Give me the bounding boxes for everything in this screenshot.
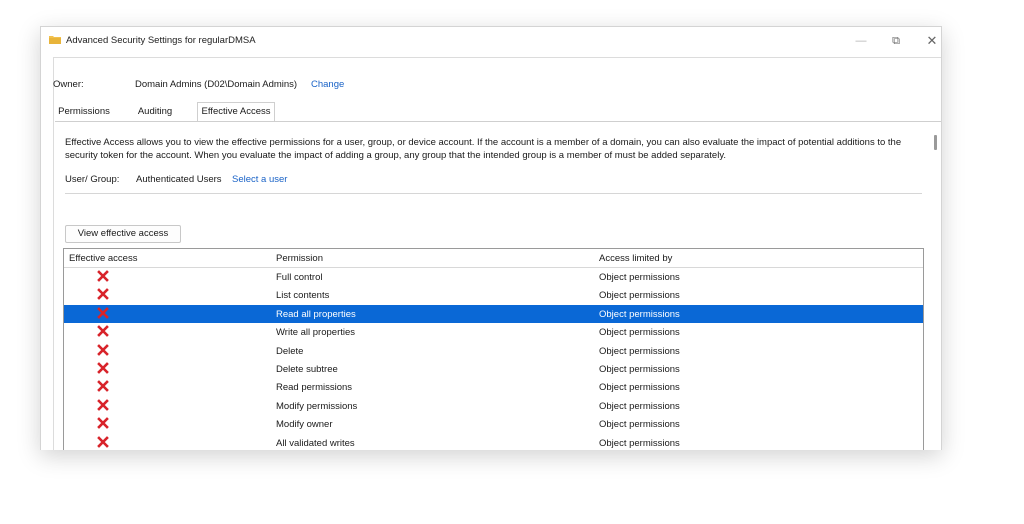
user-group-label: User/ Group:: [65, 174, 120, 185]
select-user-link[interactable]: Select a user: [232, 174, 287, 185]
access-limited-by-cell: Object permissions: [599, 272, 680, 283]
column-header-permission[interactable]: Permission: [276, 253, 323, 264]
change-owner-link[interactable]: Change: [311, 79, 344, 90]
red-x-icon: [97, 343, 109, 356]
scrollbar-thumb[interactable]: [934, 135, 937, 150]
access-limited-by-cell: Object permissions: [599, 327, 680, 339]
red-x-icon: [97, 306, 109, 319]
table-row[interactable]: All validated writes Object permissions: [64, 434, 923, 450]
column-header-effective-access[interactable]: Effective access: [69, 253, 137, 264]
permission-cell: Read permissions: [276, 382, 353, 394]
permission-cell: All validated writes: [276, 437, 355, 449]
tab-effective-access[interactable]: Effective Access: [197, 102, 275, 121]
window-title: Advanced Security Settings for regularDM…: [66, 35, 256, 46]
table-row[interactable]: Full control Object permissions: [64, 268, 923, 286]
table-row[interactable]: List contents Object permissions: [64, 286, 923, 304]
permission-cell: Modify permissions: [276, 400, 358, 412]
permission-cell: Read all properties: [276, 308, 356, 320]
folder-icon: [49, 36, 61, 44]
close-button[interactable]: ✕: [917, 30, 941, 52]
red-x-icon: [97, 270, 109, 282]
tab-auditing[interactable]: Auditing: [113, 103, 197, 120]
tab-divider: [55, 121, 941, 122]
permission-cell: Delete subtree: [276, 364, 338, 375]
red-x-icon: [97, 398, 109, 411]
access-limited-by-cell: Object permissions: [599, 290, 680, 302]
permission-cell: List contents: [276, 290, 330, 302]
restore-button[interactable]: ⧉: [881, 30, 911, 52]
advanced-security-window: Advanced Security Settings for regularDM…: [40, 26, 942, 450]
permission-cell: Modify owner: [276, 419, 333, 431]
access-limited-by-cell: Object permissions: [599, 437, 680, 449]
permission-cell: Full control: [276, 272, 323, 283]
section-divider: [65, 193, 922, 194]
table-row[interactable]: Delete subtree Object permissions: [64, 360, 923, 378]
table-row[interactable]: Read permissions Object permissions: [64, 378, 923, 396]
red-x-icon: [97, 325, 109, 338]
column-header-access-limited-by[interactable]: Access limited by: [599, 253, 672, 264]
minimize-button[interactable]: —: [846, 30, 876, 52]
table-row[interactable]: Modify owner Object permissions: [64, 415, 923, 433]
access-limited-by-cell: Object permissions: [599, 364, 680, 375]
table-row[interactable]: Modify permissions Object permissions: [64, 397, 923, 415]
title-bar[interactable]: Advanced Security Settings for regularDM…: [41, 27, 941, 55]
access-limited-by-cell: Object permissions: [599, 382, 680, 394]
access-limited-by-cell: Object permissions: [599, 345, 680, 357]
access-limited-by-cell: Object permissions: [599, 400, 680, 412]
user-group-value: Authenticated Users: [136, 174, 222, 185]
red-x-icon: [97, 362, 109, 374]
red-x-icon: [97, 417, 109, 430]
table-row[interactable]: Delete Object permissions: [64, 342, 923, 360]
tab-permissions[interactable]: Permissions: [55, 103, 113, 120]
owner-value: Domain Admins (D02\Domain Admins): [135, 79, 298, 90]
view-effective-access-button[interactable]: View effective access: [65, 225, 181, 243]
permission-cell: Write all properties: [276, 327, 356, 339]
access-limited-by-cell: Object permissions: [599, 419, 680, 431]
table-header: Effective access Permission Access limit…: [64, 249, 923, 268]
permission-cell: Delete: [276, 345, 304, 357]
red-x-icon: [97, 380, 109, 393]
tab-strip: Permissions Auditing Effective Access: [55, 102, 275, 121]
owner-label: Owner:: [53, 79, 84, 90]
table-row[interactable]: Read all properties Object permissions: [64, 304, 923, 323]
access-limited-by-cell: Object permissions: [599, 308, 680, 320]
description-text: Effective Access allows you to view the …: [65, 137, 902, 161]
red-x-icon: [97, 435, 109, 448]
effective-access-table: Effective access Permission Access limit…: [63, 248, 924, 450]
red-x-icon: [97, 288, 109, 301]
table-row[interactable]: Write all properties Object permissions: [64, 323, 923, 341]
